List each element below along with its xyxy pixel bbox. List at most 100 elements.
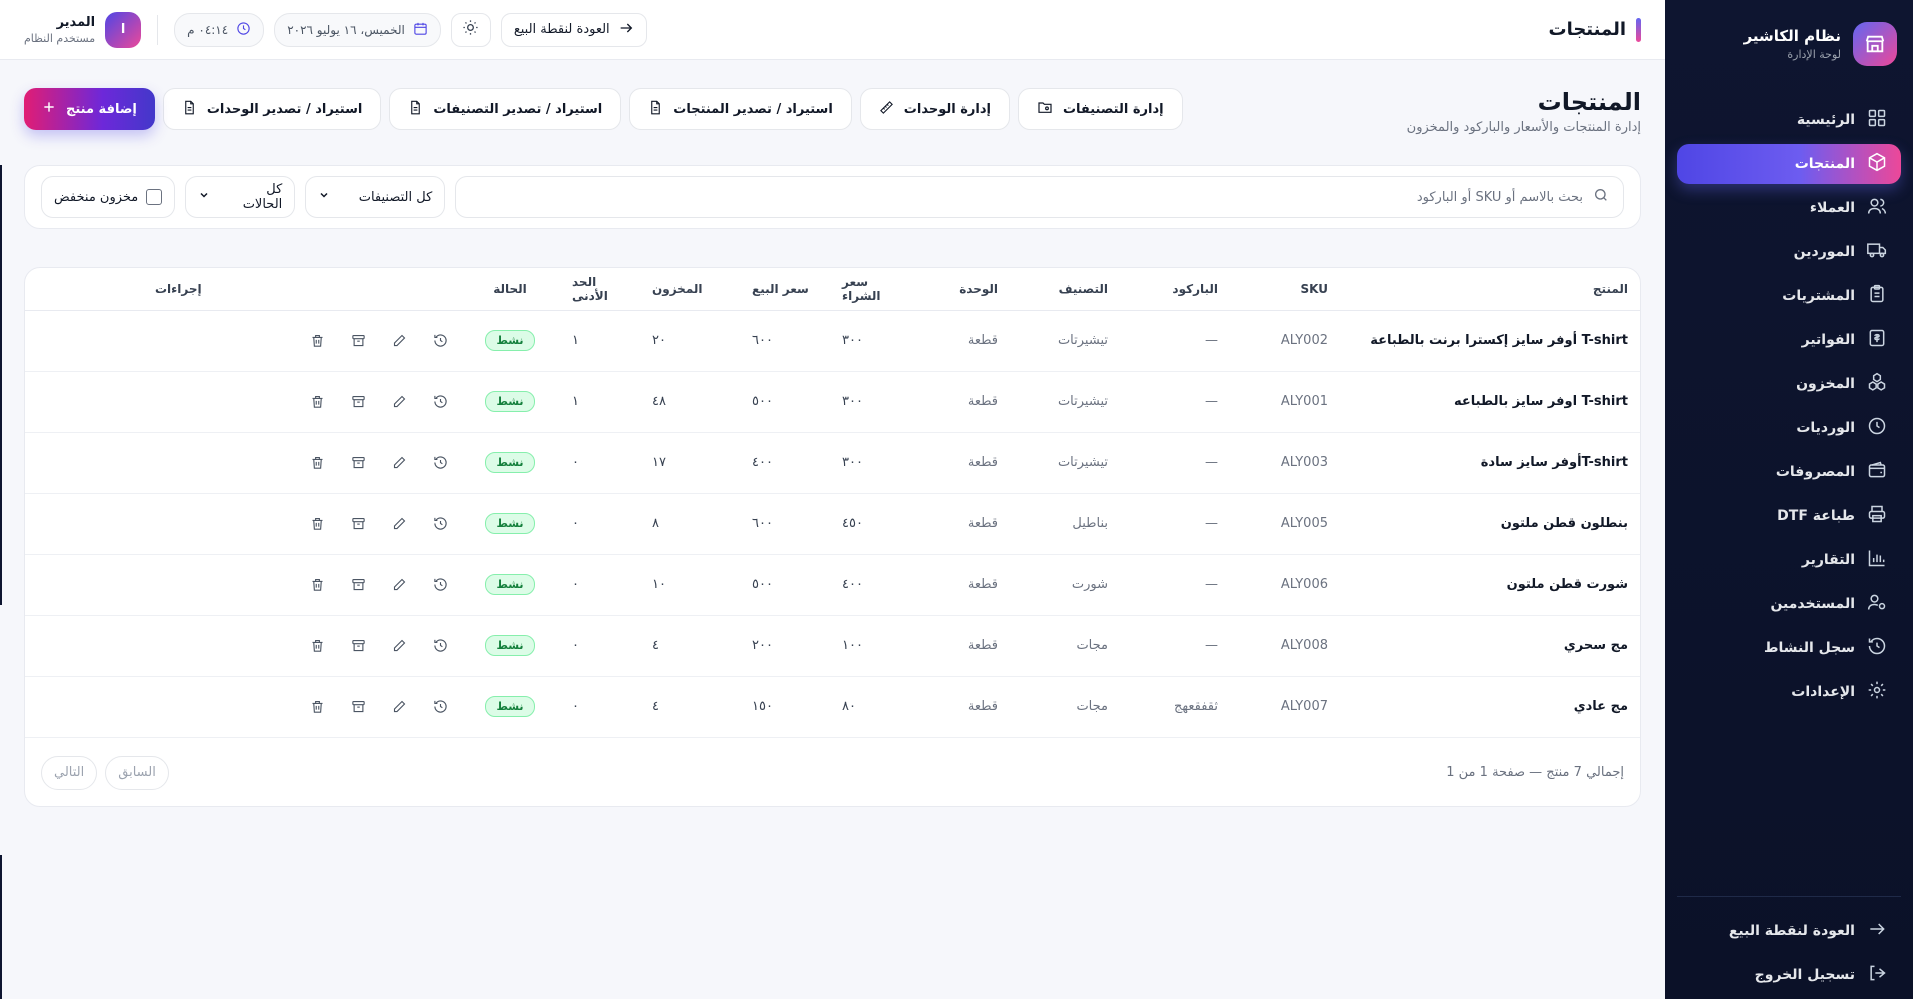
delete-icon[interactable] — [310, 455, 325, 470]
table-row[interactable]: مج سحري ALY008— مجات قطعة ١٠٠ ٢٠٠ ٤ ٠ نشط — [25, 615, 1640, 677]
cell-min: ٠ — [560, 493, 640, 555]
theme-toggle-button[interactable] — [450, 12, 491, 47]
cell-purchase: ٣٠٠ — [830, 371, 920, 433]
archive-icon[interactable] — [351, 638, 366, 653]
sidebar-item-home[interactable]: الرئيسية — [1677, 100, 1901, 140]
table-row[interactable]: مج عادي ALY007 ثقفقعهج مجات قطعة ٨٠ ١٥٠ ٤ ٠ نشط — [25, 676, 1640, 738]
sidebar-item-label: المستخدمين — [1770, 596, 1855, 612]
user-menu[interactable]: ا المدير مستخدم النظام — [24, 11, 142, 48]
sidebar-item-dtf-print[interactable]: طباعة DTF — [1677, 496, 1901, 536]
history-icon[interactable] — [433, 699, 448, 714]
edit-icon[interactable] — [392, 577, 407, 592]
col-stock[interactable]: المخزون — [640, 268, 740, 311]
page-title: المنتجات — [1537, 88, 1641, 116]
edit-icon[interactable] — [392, 394, 407, 409]
delete-icon[interactable] — [310, 577, 325, 592]
next-page-button[interactable]: التالي — [41, 755, 98, 790]
header-title: المنتجات — [1548, 17, 1641, 42]
import-products-button[interactable]: استيراد / تصدير المنتجات — [629, 88, 852, 130]
col-sale[interactable]: سعر البيع — [740, 268, 830, 311]
manage-units-button[interactable]: إدارة الوحدات — [859, 88, 1010, 130]
archive-icon[interactable] — [351, 333, 366, 348]
archive-icon[interactable] — [351, 394, 366, 409]
history-icon[interactable] — [433, 638, 448, 653]
cell-min: ٠ — [560, 432, 640, 494]
table-row[interactable]: T-shirt اوفر سايز بالطباعه ALY001— تيشيرتا… — [25, 371, 1640, 433]
archive-icon[interactable] — [351, 455, 366, 470]
page-header: المنتجات إدارة المنتجات والأسعار والبارك… — [24, 88, 1641, 142]
search-input[interactable]: بحث بالاسم أو SKU أو الباركود — [455, 176, 1624, 218]
edit-icon[interactable] — [392, 638, 407, 653]
edit-icon[interactable] — [392, 455, 407, 470]
table-row[interactable]: T-shirtأوفر سايز سادة ALY003— تيشيرتات قطعة… — [25, 432, 1640, 494]
cell-stock: ٤٨ — [640, 371, 740, 433]
delete-icon[interactable] — [310, 638, 325, 653]
edit-icon[interactable] — [392, 699, 407, 714]
prev-page-button[interactable]: السابق — [105, 755, 169, 790]
sidebar-item-customers[interactable]: العملاء — [1677, 188, 1901, 228]
col-unit[interactable]: الوحدة — [920, 268, 1010, 311]
history-icon[interactable] — [433, 516, 448, 531]
sidebar-item-purchases[interactable]: المشتريات — [1677, 276, 1901, 316]
low-stock-checkbox[interactable]: مخزون منخفض — [41, 176, 176, 218]
delete-icon[interactable] — [310, 333, 325, 348]
cell-product: مج سحري — [1340, 615, 1640, 677]
col-barcode[interactable]: الباركود — [1120, 268, 1230, 311]
table-row[interactable]: شورت قطن ملتون ALY006— شورت قطعة ٤٠٠ ٥٠٠ ١٠ ٠ نش… — [25, 554, 1640, 616]
cell-actions — [25, 615, 460, 677]
sidebar-item-settings[interactable]: الإعدادات — [1677, 672, 1901, 712]
col-purchase[interactable]: سعر الشراء — [830, 268, 920, 311]
col-sku[interactable]: SKU — [1230, 268, 1340, 311]
window-edge — [0, 165, 2, 605]
printer-icon — [1867, 504, 1887, 528]
sidebar-logout[interactable]: تسجيل الخروج — [1677, 955, 1901, 995]
archive-icon[interactable] — [351, 699, 366, 714]
archive-icon[interactable] — [351, 516, 366, 531]
folder-cog-icon — [1037, 99, 1053, 119]
col-product[interactable]: المنتج — [1340, 268, 1640, 311]
archive-icon[interactable] — [351, 577, 366, 592]
cell-status: نشط — [460, 371, 560, 433]
search-icon — [1593, 187, 1609, 207]
sidebar-item-products[interactable]: المنتجات — [1677, 144, 1901, 184]
checkbox-box[interactable] — [146, 189, 163, 205]
status-select[interactable]: كل الحالات — [185, 176, 296, 218]
cell-sku: ALY003 — [1230, 432, 1340, 494]
delete-icon[interactable] — [310, 516, 325, 531]
col-min[interactable]: الحد الأدنى — [560, 268, 640, 311]
history-icon[interactable] — [433, 394, 448, 409]
history-icon[interactable] — [433, 455, 448, 470]
sidebar-item-label: الورديات — [1796, 420, 1855, 436]
sidebar-item-expenses[interactable]: المصروفات — [1677, 452, 1901, 492]
sidebar-item-inventory[interactable]: المخزون — [1677, 364, 1901, 404]
sidebar-item-reports[interactable]: التقارير — [1677, 540, 1901, 580]
col-status[interactable]: الحالة — [460, 268, 560, 311]
import-units-button[interactable]: استيراد / تصدير الوحدات — [162, 88, 382, 130]
cell-barcode: — — [1120, 432, 1230, 494]
table-row[interactable]: T-shirt أوفر سايز إكسترا برنت بالطباعة AL… — [25, 310, 1640, 372]
category-select[interactable]: كل التصنيفات — [305, 176, 446, 218]
history-icon[interactable] — [433, 333, 448, 348]
sidebar-item-suppliers[interactable]: الموردين — [1677, 232, 1901, 272]
delete-icon[interactable] — [310, 699, 325, 714]
manage-categories-button[interactable]: إدارة التصنيفات — [1017, 88, 1183, 130]
sidebar-item-shifts[interactable]: الورديات — [1677, 408, 1901, 448]
import-categories-button[interactable]: استيراد / تصدير التصنيفات — [389, 88, 622, 130]
sidebar-back-to-pos[interactable]: العودة لنقطة البيع — [1677, 911, 1901, 951]
history-icon[interactable] — [433, 577, 448, 592]
truck-icon — [1867, 240, 1887, 264]
back-to-pos-button[interactable]: العودة لنقطة البيع — [500, 12, 647, 47]
sidebar-item-label: التقارير — [1801, 552, 1855, 568]
sidebar-item-activity-log[interactable]: سجل النشاط — [1677, 628, 1901, 668]
sidebar-item-invoices[interactable]: الفواتير — [1677, 320, 1901, 360]
chart-icon — [1867, 548, 1887, 572]
edit-icon[interactable] — [392, 516, 407, 531]
table-row[interactable]: بنطلون قطن ملتون ALY005— بناطيل قطعة ٤٥٠ ٦٠٠ ٨… — [25, 493, 1640, 555]
cell-category: تيشيرتات — [1010, 371, 1120, 433]
col-category[interactable]: التصنيف — [1010, 268, 1120, 311]
edit-icon[interactable] — [392, 333, 407, 348]
brand-subtitle: لوحة الإدارة — [1787, 48, 1841, 61]
sidebar-item-users[interactable]: المستخدمين — [1677, 584, 1901, 624]
delete-icon[interactable] — [310, 394, 325, 409]
add-product-button[interactable]: إضافة منتج — [24, 88, 155, 130]
